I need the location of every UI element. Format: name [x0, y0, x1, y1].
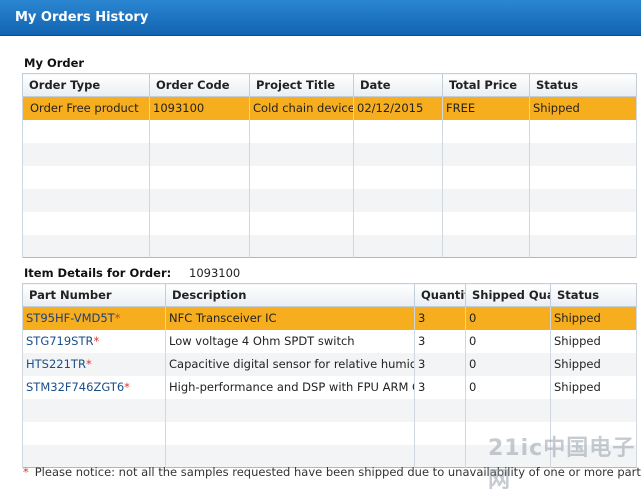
empty-row [22, 119, 637, 143]
item-status-cell: Shipped [550, 329, 637, 353]
item-details-order-code: 1093100 [189, 266, 241, 280]
order-row[interactable]: Order Free product 1093100 Cold chain de… [22, 96, 637, 120]
empty-row [22, 398, 637, 422]
order-code-cell: 1093100 [149, 96, 250, 120]
part-number-link[interactable]: HTS221TR [26, 357, 86, 371]
shipped-quantity-cell: 0 [465, 329, 551, 353]
col-order-code[interactable]: Order Code [149, 73, 250, 97]
project-title-cell: Cold chain device [249, 96, 354, 120]
item-row[interactable]: HTS221TR* Capacitive digital sensor for … [22, 352, 637, 376]
shipped-quantity-cell: 0 [465, 352, 551, 376]
empty-row [22, 211, 637, 235]
col-description[interactable]: Description [165, 283, 415, 307]
required-marker: * [124, 380, 130, 394]
description-cell: Capacitive digital sensor for relative h… [165, 352, 415, 376]
quantity-cell: 3 [414, 329, 466, 353]
description-cell: Low voltage 4 Ohm SPDT switch [165, 329, 415, 353]
required-marker: * [85, 357, 92, 371]
col-quantity[interactable]: Quantity [414, 283, 466, 307]
order-type-cell: Order Free product [22, 96, 150, 120]
col-order-type[interactable]: Order Type [22, 73, 150, 97]
orders-table: Order Type Order Code Project Title Date… [22, 73, 637, 258]
description-cell: NFC Transceiver IC [165, 306, 415, 330]
empty-row [22, 188, 637, 212]
item-status-cell: Shipped [550, 375, 637, 399]
empty-row [22, 165, 637, 189]
item-row[interactable]: STM32F746ZGT6* High-performance and DSP … [22, 375, 637, 399]
item-details-label: Item Details for Order: [24, 266, 172, 280]
quantity-cell: 3 [414, 306, 466, 330]
part-number-link[interactable]: ST95HF-VMD5T [26, 311, 115, 325]
col-project-title[interactable]: Project Title [249, 73, 354, 97]
quantity-cell: 3 [414, 352, 466, 376]
notice-marker: * [23, 465, 29, 479]
shipped-quantity-cell: 0 [465, 375, 551, 399]
item-row[interactable]: ST95HF-VMD5T* NFC Transceiver IC 3 0 Shi… [22, 306, 637, 330]
total-price-cell: FREE [442, 96, 530, 120]
shipped-quantity-cell: 0 [465, 306, 551, 330]
item-row[interactable]: STG719STR* Low voltage 4 Ohm SPDT switch… [22, 329, 637, 353]
my-order-label: My Order [24, 56, 85, 70]
part-number-link[interactable]: STG719STR [26, 334, 94, 348]
required-marker: * [114, 311, 121, 326]
window-title: My Orders History [0, 0, 641, 36]
col-total-price[interactable]: Total Price [442, 73, 530, 97]
required-marker: * [93, 334, 100, 348]
status-cell: Shipped [529, 96, 637, 120]
item-status-cell: Shipped [550, 306, 637, 330]
col-shipped-quantity[interactable]: Shipped Quantity [465, 283, 551, 307]
site-watermark: 21ic中国电子网 [488, 436, 636, 489]
empty-row [22, 234, 637, 258]
item-status-cell: Shipped [550, 352, 637, 376]
col-item-status[interactable]: Status [550, 283, 637, 307]
quantity-cell: 3 [414, 375, 466, 399]
col-status[interactable]: Status [529, 73, 637, 97]
col-date[interactable]: Date [353, 73, 443, 97]
date-cell: 02/12/2015 [353, 96, 443, 120]
empty-row [22, 142, 637, 166]
part-number-link[interactable]: STM32F746ZGT6 [26, 380, 124, 394]
col-part-number[interactable]: Part Number [22, 283, 166, 307]
description-cell: High-performance and DSP with FPU ARM Co… [165, 375, 415, 399]
